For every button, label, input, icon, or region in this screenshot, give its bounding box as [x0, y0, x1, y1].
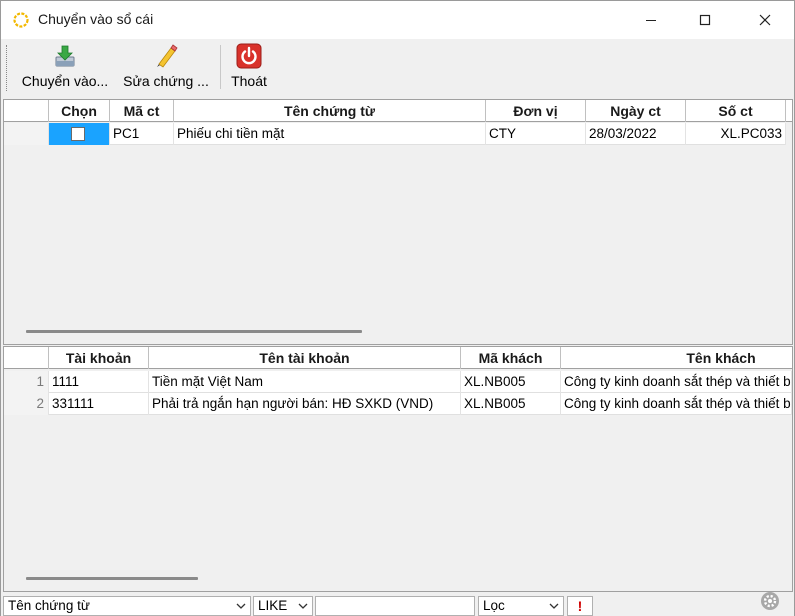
- col-ten-tai-khoan[interactable]: Tên tài khoản: [149, 347, 461, 369]
- maximize-button[interactable]: [681, 1, 729, 39]
- edit-voucher-label: Sửa chứng ...: [123, 73, 209, 89]
- row-indicator-header: [4, 100, 49, 122]
- filter-mode-select[interactable]: Lọc: [478, 596, 564, 616]
- cell-don-vi[interactable]: CTY: [486, 123, 586, 145]
- chevron-down-icon: [298, 603, 308, 609]
- minimize-icon: [646, 20, 656, 21]
- voucher-grid-header: Chọn Mã ct Tên chứng từ Đơn vị Ngày ct S…: [4, 100, 792, 122]
- chevron-down-icon: [236, 603, 246, 609]
- filter-operator-select[interactable]: LIKE: [253, 596, 313, 616]
- cell-tai-khoan[interactable]: 331111: [49, 393, 149, 415]
- cell-ten-chung-tu[interactable]: Phiếu chi tiền mặt: [174, 123, 486, 145]
- toolbar-grip[interactable]: [6, 45, 8, 91]
- toolbar: Chuyển vào... Sửa chứng ... Thoát: [1, 39, 794, 97]
- cell-ma-khach[interactable]: XL.NB005: [461, 393, 561, 415]
- power-icon: [236, 43, 262, 69]
- col-ma-ct[interactable]: Mã ct: [110, 100, 174, 122]
- cell-ten-khach[interactable]: Công ty kinh doanh sắt thép và thiết b: [561, 371, 792, 393]
- col-ma-khach[interactable]: Mã khách: [461, 347, 561, 369]
- filter-bar: Tên chứng từ LIKE Lọc !: [1, 595, 794, 616]
- table-row[interactable]: 2 331111 Phải trả ngắn hạn người bán: HĐ…: [4, 393, 792, 415]
- col-chon[interactable]: Chọn: [49, 100, 110, 122]
- filter-field-select[interactable]: Tên chứng từ: [3, 596, 251, 616]
- cell-so-ct[interactable]: XL.PC033: [686, 123, 786, 145]
- col-ten-chung-tu[interactable]: Tên chứng từ: [174, 100, 486, 122]
- minimize-button[interactable]: [627, 1, 675, 39]
- cell-ten-tai-khoan[interactable]: Tiền mặt Việt Nam: [149, 371, 461, 393]
- select-checkbox[interactable]: [71, 127, 85, 141]
- select-cell[interactable]: [49, 123, 110, 145]
- col-tai-khoan[interactable]: Tài khoản: [49, 347, 149, 369]
- maximize-icon: [699, 14, 711, 26]
- cell-ten-khach[interactable]: Công ty kinh doanh sắt thép và thiết b: [561, 393, 792, 415]
- col-ngay-ct[interactable]: Ngày ct: [586, 100, 686, 122]
- row-number-header: [4, 347, 49, 369]
- account-grid-header: Tài khoản Tên tài khoản Mã khách Tên khá…: [4, 347, 792, 369]
- col-so-ct[interactable]: Số ct: [686, 100, 786, 122]
- filter-mode-value: Lọc: [483, 598, 505, 613]
- window: Chuyển vào sổ cái Chuyển vào... Sửa chứn…: [0, 0, 795, 616]
- filter-operator-value: LIKE: [258, 598, 288, 613]
- transfer-label: Chuyển vào...: [21, 73, 109, 89]
- voucher-grid[interactable]: Chọn Mã ct Tên chứng từ Đơn vị Ngày ct S…: [3, 99, 793, 345]
- cell-ma-khach[interactable]: XL.NB005: [461, 371, 561, 393]
- clear-filter-button[interactable]: !: [567, 596, 593, 616]
- filter-field-value: Tên chứng từ: [8, 598, 90, 613]
- window-title: Chuyển vào sổ cái: [38, 11, 154, 27]
- chevron-down-icon: [549, 603, 559, 609]
- cell-ten-tai-khoan[interactable]: Phải trả ngắn hạn người bán: HĐ SXKD (VN…: [149, 393, 461, 415]
- cell-ma-ct[interactable]: PC1: [110, 123, 174, 145]
- table-row[interactable]: PC1 Phiếu chi tiền mặt CTY 28/03/2022 XL…: [4, 123, 786, 145]
- edit-voucher-button[interactable]: Sửa chứng ...: [121, 41, 211, 93]
- horizontal-scrollbar[interactable]: [26, 577, 198, 580]
- pencil-icon: [157, 44, 178, 68]
- exit-label: Thoát: [231, 73, 267, 89]
- close-button[interactable]: [741, 1, 789, 39]
- row-indicator[interactable]: [4, 123, 49, 145]
- filter-value-input[interactable]: [315, 596, 475, 616]
- exit-button[interactable]: Thoát: [227, 41, 271, 93]
- horizontal-scrollbar[interactable]: [26, 330, 362, 333]
- close-icon: [759, 14, 771, 26]
- gear-icon[interactable]: [759, 590, 781, 612]
- row-number: 1: [4, 371, 49, 393]
- row-number: 2: [4, 393, 49, 415]
- download-icon: [55, 45, 75, 67]
- toolbar-separator: [220, 45, 221, 89]
- transfer-button[interactable]: Chuyển vào...: [17, 41, 113, 93]
- col-don-vi[interactable]: Đơn vị: [486, 100, 586, 122]
- table-row[interactable]: 1 1111 Tiền mặt Việt Nam XL.NB005 Công t…: [4, 371, 792, 393]
- cell-tai-khoan[interactable]: 1111: [49, 371, 149, 393]
- title-bar: Chuyển vào sổ cái: [1, 1, 794, 39]
- sun-app-icon: [13, 12, 29, 28]
- col-ten-khach[interactable]: Tên khách: [561, 347, 792, 369]
- account-grid[interactable]: Tài khoản Tên tài khoản Mã khách Tên khá…: [3, 346, 793, 592]
- cell-ngay-ct[interactable]: 28/03/2022: [586, 123, 686, 145]
